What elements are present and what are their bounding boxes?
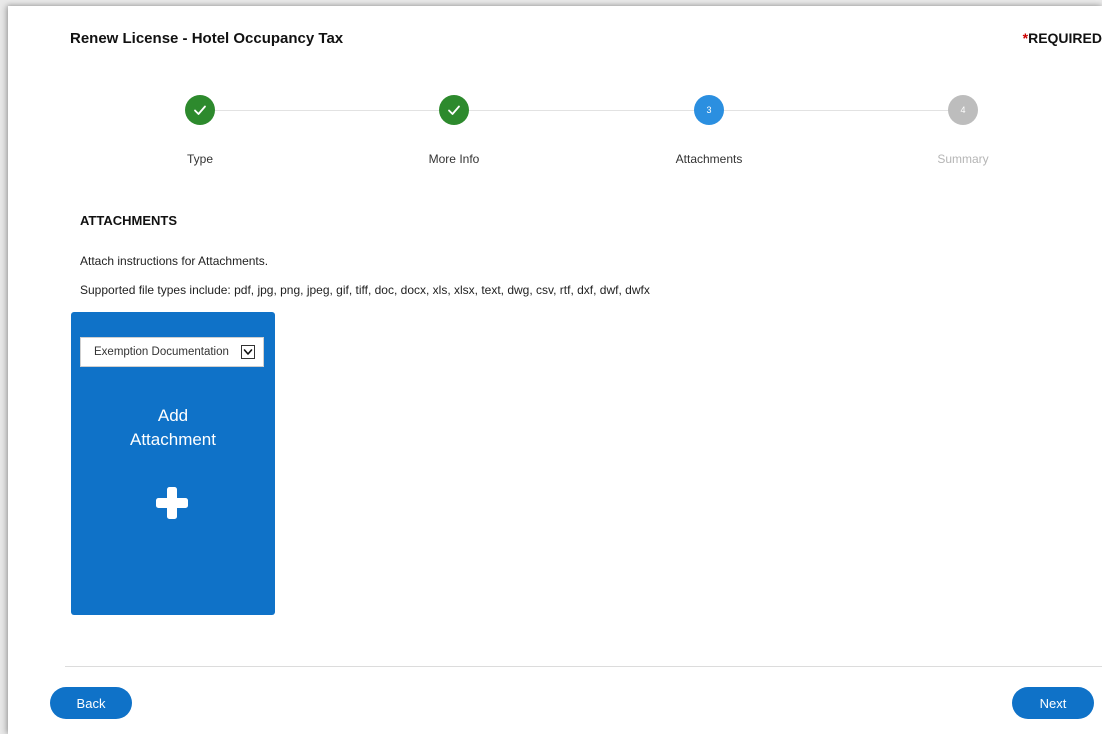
attachment-type-value: Exemption Documentation bbox=[94, 346, 229, 358]
wizard-panel: Renew License - Hotel Occupancy Tax *REQ… bbox=[8, 6, 1102, 734]
supported-file-types: Supported file types include: pdf, jpg, … bbox=[80, 283, 650, 297]
step-label-more-info: More Info bbox=[428, 152, 480, 166]
plus-icon[interactable] bbox=[154, 485, 190, 521]
step-connector bbox=[200, 110, 454, 111]
add-attachment-label-line2: Attachment bbox=[130, 430, 216, 449]
attach-instructions: Attach instructions for Attachments. bbox=[80, 254, 269, 268]
add-attachment-card[interactable]: Exemption Documentation Add Attachment bbox=[71, 312, 275, 615]
step-connector bbox=[454, 110, 708, 111]
back-button[interactable]: Back bbox=[50, 687, 132, 719]
step-label-attachments: Attachments bbox=[675, 152, 743, 166]
step-4-number: 4 bbox=[948, 95, 978, 125]
step-label-summary: Summary bbox=[937, 152, 989, 166]
add-attachment-label[interactable]: Add Attachment bbox=[71, 404, 275, 452]
add-attachment-label-line1: Add bbox=[157, 406, 189, 425]
step-3-number: 3 bbox=[694, 95, 724, 125]
step-1-check-icon bbox=[185, 95, 215, 125]
next-button[interactable]: Next bbox=[1012, 687, 1094, 719]
section-title: ATTACHMENTS bbox=[80, 213, 178, 228]
step-2-check-icon bbox=[439, 95, 469, 125]
progress-stepper: 3 4 Type More Info Attachments Summary bbox=[8, 6, 1102, 186]
footer-divider bbox=[65, 666, 1102, 667]
step-connector bbox=[708, 110, 962, 111]
attachment-type-select[interactable]: Exemption Documentation bbox=[80, 337, 264, 367]
chevron-down-icon[interactable] bbox=[241, 345, 255, 359]
step-label-type: Type bbox=[186, 152, 213, 166]
